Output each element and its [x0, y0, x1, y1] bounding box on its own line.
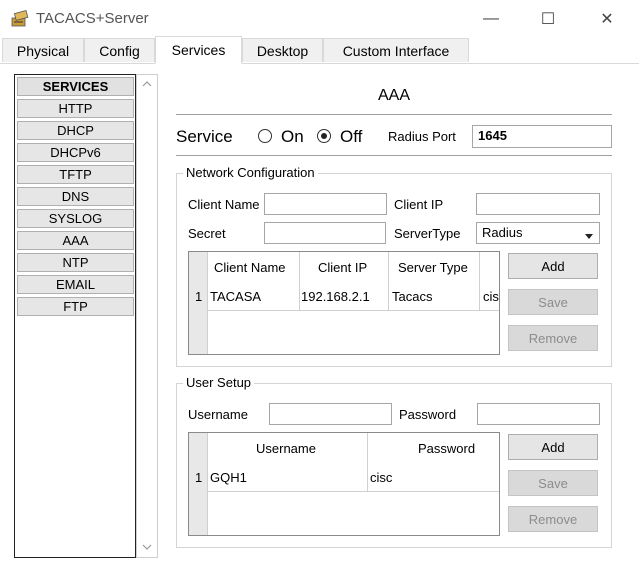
- tab-services[interactable]: Services: [155, 36, 242, 64]
- scroll-up-icon[interactable]: [141, 78, 153, 90]
- table-cell-client-name[interactable]: TACASA: [210, 289, 261, 304]
- username-input[interactable]: [269, 403, 392, 425]
- remove-user-button[interactable]: Remove: [508, 506, 598, 532]
- table-cell-password[interactable]: cisc: [370, 470, 392, 485]
- username-label: Username: [188, 407, 248, 422]
- radius-port-input[interactable]: 1645: [472, 125, 612, 148]
- window-title: TACACS+Server: [36, 10, 149, 27]
- service-off-label: Off: [340, 127, 363, 146]
- table-cell-server-type[interactable]: Tacacs: [392, 289, 432, 304]
- table-cell-client-ip[interactable]: 192.168.2.1: [301, 289, 370, 304]
- user-table: Username Password 1 GQH1 cisc: [188, 432, 500, 536]
- table-row-divider: [207, 491, 499, 492]
- services-scrollbar[interactable]: [136, 74, 158, 558]
- service-syslog[interactable]: SYSLOG: [17, 209, 134, 228]
- password-input[interactable]: [477, 403, 600, 425]
- add-client-button[interactable]: Add: [508, 253, 598, 279]
- close-icon[interactable]: ✕: [596, 8, 618, 30]
- divider: [176, 114, 612, 115]
- app-icon: [10, 9, 30, 29]
- page-title: AAA: [377, 87, 410, 104]
- service-http[interactable]: HTTP: [17, 99, 134, 118]
- network-configuration-title: Network Configuration: [183, 165, 318, 180]
- service-aaa[interactable]: AAA: [17, 231, 134, 250]
- server-type-select[interactable]: Radius: [476, 222, 600, 244]
- row-index: 1: [195, 289, 203, 304]
- column-header-username[interactable]: Username: [256, 441, 316, 456]
- tab-custom-interface[interactable]: Custom Interface: [323, 38, 469, 62]
- server-type-label: ServerType: [394, 226, 461, 241]
- radius-port-label: Radius Port: [388, 129, 456, 144]
- service-tftp[interactable]: TFTP: [17, 165, 134, 184]
- user-setup-title: User Setup: [183, 375, 255, 390]
- column-header-password[interactable]: Password: [418, 441, 475, 456]
- client-ip-label: Client IP: [394, 197, 444, 212]
- service-label: Service: [176, 127, 233, 146]
- column-header-server-type[interactable]: Server Type: [398, 260, 468, 275]
- client-name-label: Client Name: [188, 197, 260, 212]
- secret-input[interactable]: [264, 222, 386, 244]
- save-user-button[interactable]: Save: [508, 470, 598, 496]
- table-cell-key[interactable]: cis: [483, 289, 499, 304]
- scroll-down-icon[interactable]: [141, 541, 153, 553]
- service-ntp[interactable]: NTP: [17, 253, 134, 272]
- client-table: Client Name Client IP Server Type 1 TACA…: [188, 251, 500, 355]
- tab-config[interactable]: Config: [84, 38, 155, 62]
- services-header: SERVICES: [17, 77, 134, 96]
- divider: [176, 155, 612, 156]
- service-dns[interactable]: DNS: [17, 187, 134, 206]
- maximize-icon[interactable]: ☐: [537, 8, 559, 30]
- table-row-divider: [207, 310, 499, 311]
- tab-physical[interactable]: Physical: [2, 38, 84, 62]
- secret-label: Secret: [188, 226, 226, 241]
- service-off-radio[interactable]: [317, 129, 331, 143]
- service-dhcp[interactable]: DHCP: [17, 121, 134, 140]
- chevron-down-icon[interactable]: [584, 229, 594, 239]
- table-cell-username[interactable]: GQH1: [210, 470, 247, 485]
- save-client-button[interactable]: Save: [508, 289, 598, 315]
- service-email[interactable]: EMAIL: [17, 275, 134, 294]
- tab-desktop[interactable]: Desktop: [242, 38, 323, 62]
- service-on-radio[interactable]: [258, 129, 272, 143]
- client-ip-input[interactable]: [476, 193, 600, 215]
- service-ftp[interactable]: FTP: [17, 297, 134, 316]
- service-dhcpv6[interactable]: DHCPv6: [17, 143, 134, 162]
- column-header-client-name[interactable]: Client Name: [214, 260, 286, 275]
- row-index: 1: [195, 470, 203, 485]
- add-user-button[interactable]: Add: [508, 434, 598, 460]
- column-header-client-ip[interactable]: Client IP: [318, 260, 367, 275]
- remove-client-button[interactable]: Remove: [508, 325, 598, 351]
- service-on-label: On: [281, 127, 304, 146]
- minimize-icon[interactable]: —: [480, 8, 502, 30]
- password-label: Password: [399, 407, 457, 422]
- server-type-value: Radius: [482, 225, 523, 240]
- client-name-input[interactable]: [264, 193, 387, 215]
